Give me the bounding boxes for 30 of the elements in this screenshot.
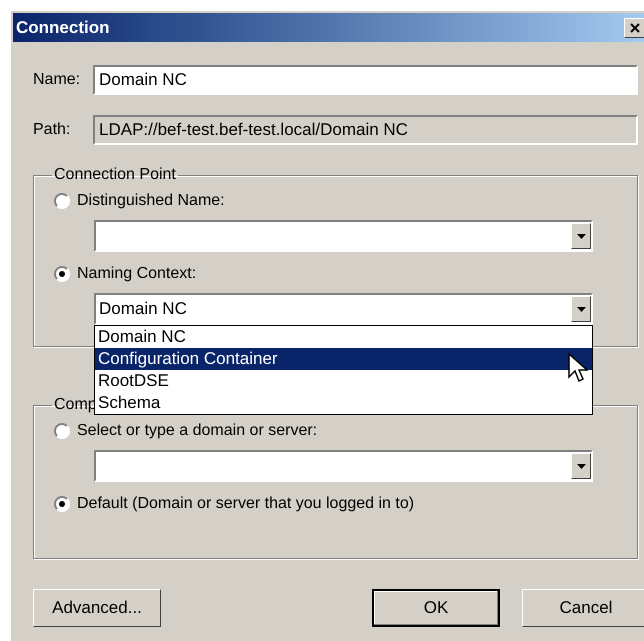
radio-label: Default (Domain or server that you logged in to)	[77, 494, 414, 514]
radio-button[interactable]	[54, 423, 70, 439]
dropdown-option[interactable]: RootDSE	[95, 370, 592, 392]
text-field[interactable]: Domain NC	[93, 65, 638, 95]
dropdown-arrow-icon	[576, 234, 586, 238]
window-title: Connection	[16, 16, 110, 39]
field-label: Path:	[33, 120, 72, 140]
radio-label: Distinguished Name:	[77, 191, 225, 211]
combo-value: Domain NC	[98, 298, 188, 320]
radio-button[interactable]	[54, 193, 70, 209]
combo-box[interactable]: Domain NC	[94, 293, 593, 325]
close-icon	[630, 22, 640, 32]
cursor-icon	[568, 353, 588, 383]
close-button[interactable]	[624, 18, 644, 38]
dropdown-arrow-icon	[576, 464, 586, 468]
group-legend: Connection Point	[52, 163, 178, 187]
dropdown-option[interactable]: Schema	[95, 392, 592, 414]
radio-label: Naming Context:	[77, 264, 196, 284]
radio-label: Select or type a domain or server:	[77, 421, 318, 441]
dialog-button[interactable]: Cancel	[522, 589, 644, 627]
field-label: Name:	[33, 70, 82, 90]
radio-button[interactable]	[54, 266, 70, 282]
combo-box[interactable]	[94, 450, 593, 482]
dropdown-option[interactable]: Domain NC	[95, 326, 592, 348]
dialog-button[interactable]: Advanced...	[33, 589, 161, 627]
dropdown-arrow-icon	[576, 306, 586, 312]
combo-box[interactable]	[94, 220, 593, 252]
dialog-button[interactable]: OK	[372, 589, 500, 627]
radio-button[interactable]	[54, 496, 70, 512]
dropdown-option[interactable]: Configuration Container	[95, 348, 592, 370]
